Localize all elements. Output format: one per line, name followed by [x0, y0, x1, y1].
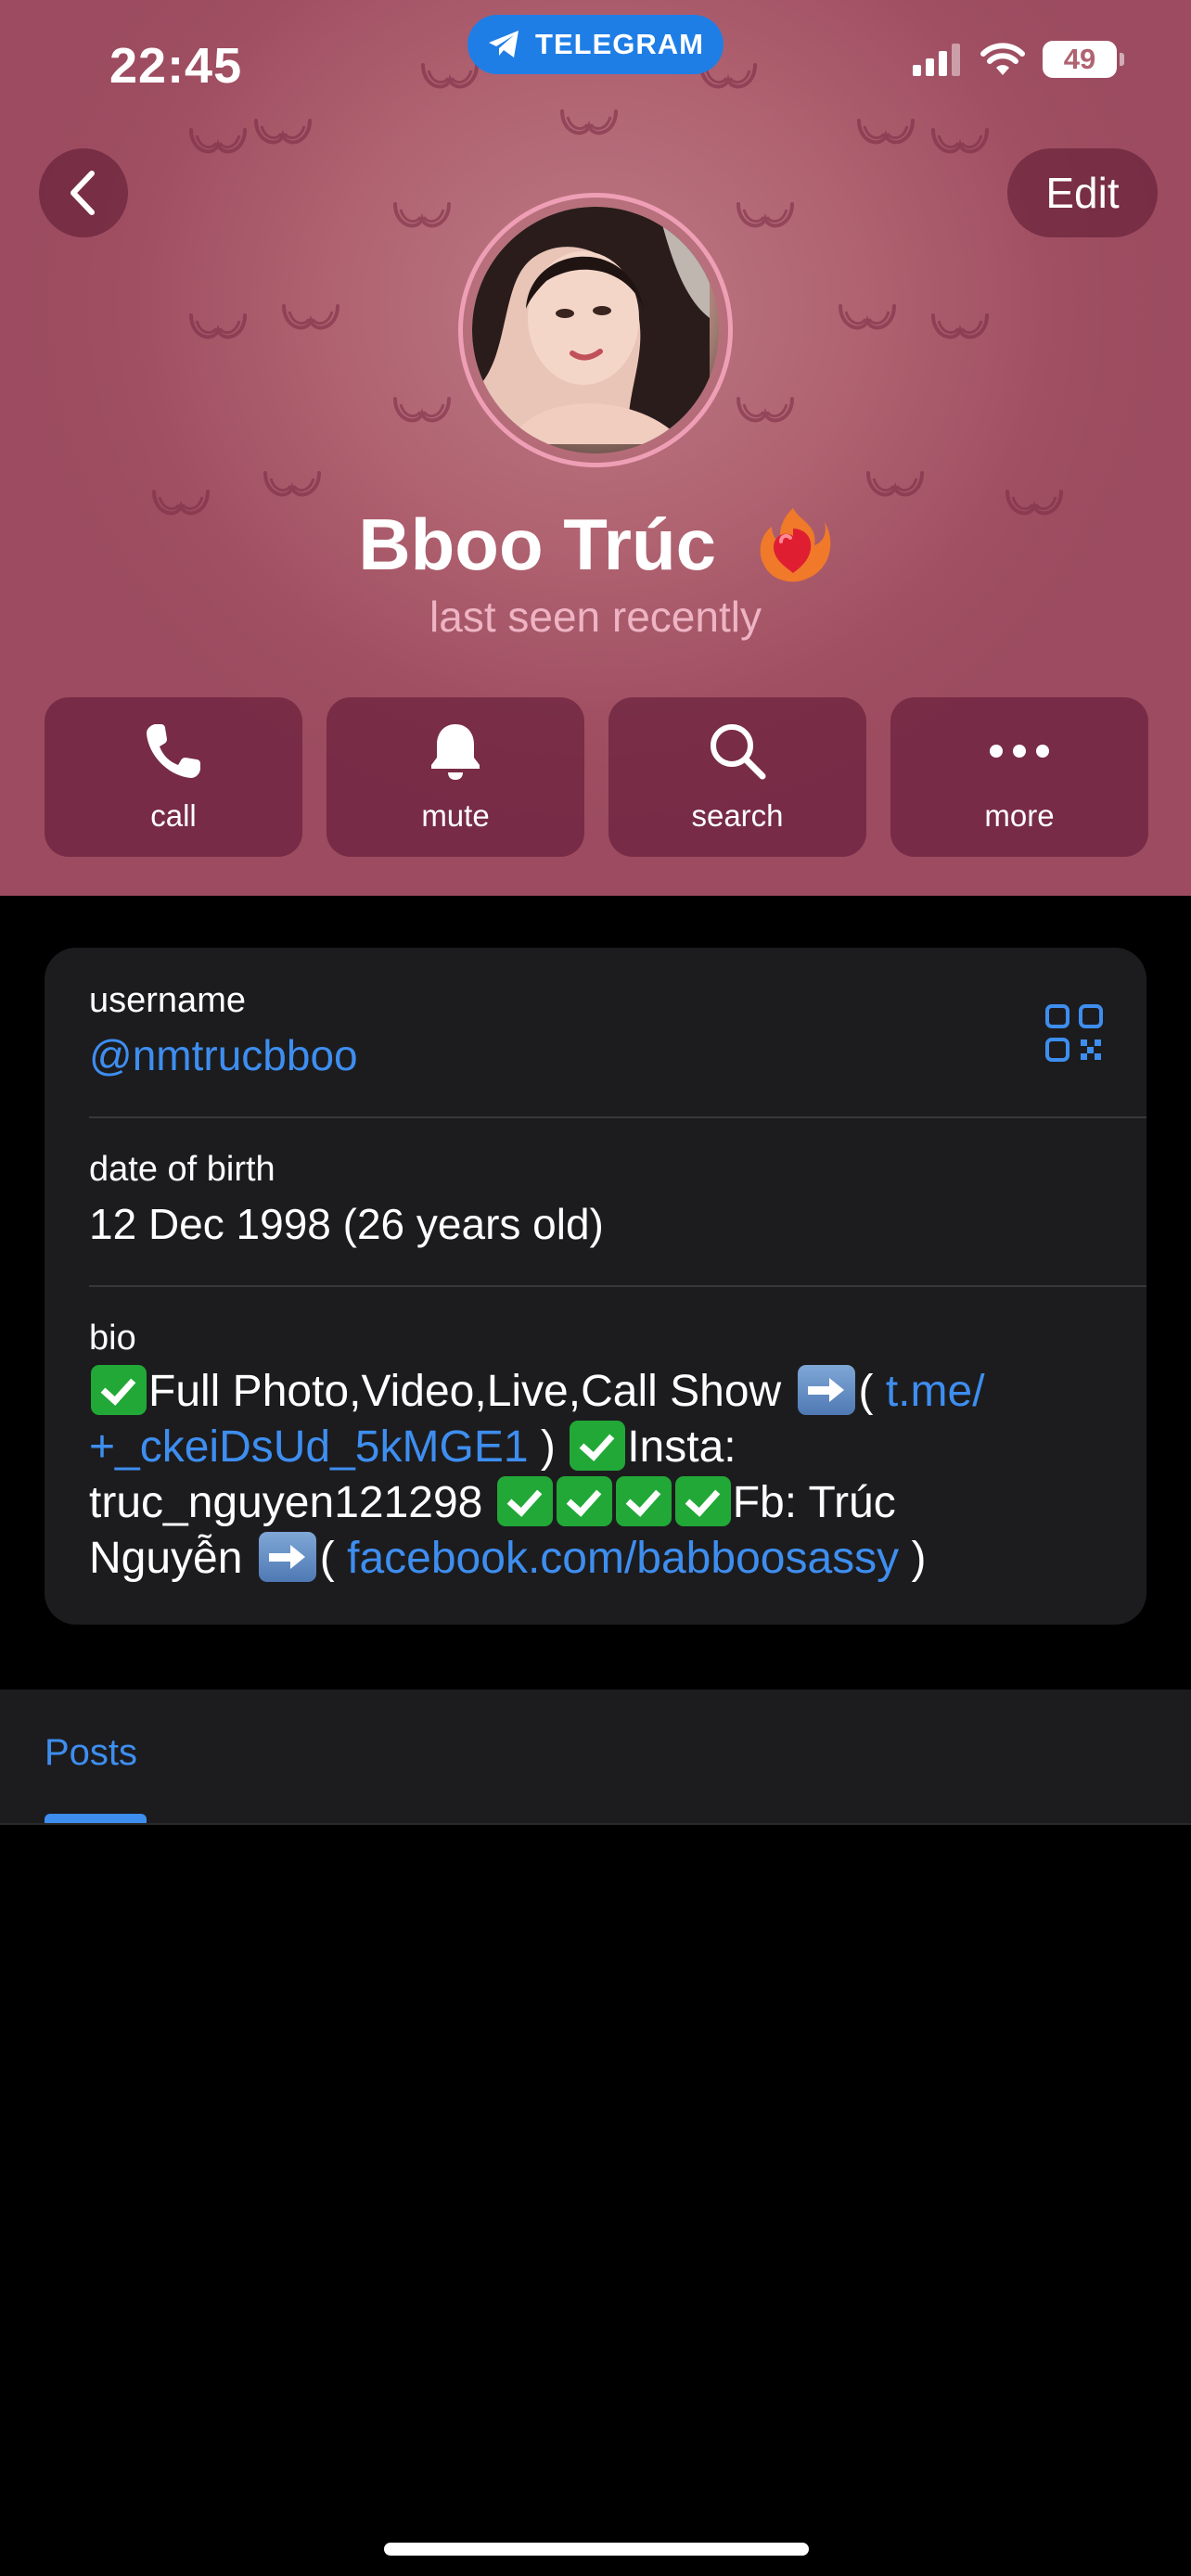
tab-posts[interactable]: Posts	[45, 1732, 137, 1774]
date-of-birth-row: date of birth 12 Dec 1998 (26 years old)	[89, 1150, 1102, 1249]
search-label: search	[691, 798, 784, 833]
last-seen-status: last seen recently	[429, 593, 762, 641]
qr-code-icon	[1045, 1004, 1103, 1062]
bio-segment: (	[858, 1367, 886, 1416]
username-label: username	[89, 981, 246, 1020]
pattern-lingerie-icon	[282, 304, 339, 330]
pattern-lingerie-icon	[857, 119, 915, 145]
right-arrow-emoji-icon	[797, 1365, 855, 1415]
bio-text: Full Photo,Video,Live,Call Show ( t.me/+…	[89, 1364, 1102, 1587]
avatar-ring[interactable]	[458, 193, 733, 467]
bio-segment: )	[899, 1534, 927, 1583]
wifi-icon	[980, 43, 1025, 75]
search-icon	[711, 724, 766, 780]
more-icon	[990, 745, 1049, 758]
date-of-birth-label: date of birth	[89, 1150, 275, 1189]
phone-icon	[147, 724, 200, 778]
right-arrow-emoji-icon	[258, 1532, 316, 1582]
tabs-divider	[0, 1823, 1191, 1825]
qr-code-button[interactable]	[1044, 1003, 1104, 1067]
profile-name-text: Bboo Trúc	[358, 503, 716, 585]
action-buttons: call mute search more	[45, 697, 1148, 857]
check-mark-emoji-icon	[674, 1476, 731, 1526]
edit-button[interactable]: Edit	[1007, 148, 1158, 237]
check-mark-emoji-icon	[496, 1476, 553, 1526]
more-label: more	[984, 798, 1055, 833]
mute-button[interactable]: mute	[327, 697, 584, 857]
check-mark-emoji-icon	[570, 1421, 626, 1471]
heart-on-fire-emoji-icon	[760, 508, 831, 582]
check-mark-emoji-icon	[91, 1365, 147, 1415]
check-mark-emoji-icon	[556, 1476, 612, 1526]
home-indicator[interactable]	[384, 2543, 809, 2556]
back-button[interactable]	[39, 148, 128, 237]
bio-row: bio Full Photo,Video,Live,Call Show ( t.…	[89, 1319, 1102, 1587]
username-row[interactable]: username @nmtrucbboo	[89, 981, 1102, 1080]
avatar-photo	[472, 207, 710, 444]
divider	[89, 1116, 1146, 1118]
pattern-lingerie-icon	[560, 109, 618, 135]
profile-name: Bboo Trúc	[0, 497, 1191, 587]
pattern-lingerie-icon	[189, 128, 247, 154]
bio-segment: )	[528, 1422, 556, 1472]
bio-label: bio	[89, 1319, 136, 1358]
divider	[89, 1285, 1146, 1287]
app-pill-label: TELEGRAM	[535, 28, 704, 60]
pattern-lingerie-icon	[736, 397, 794, 423]
telegram-icon	[489, 31, 519, 57]
pattern-lingerie-icon	[839, 304, 896, 330]
status-indicators: 49	[913, 41, 1124, 78]
date-of-birth-value: 12 Dec 1998 (26 years old)	[89, 1200, 604, 1248]
call-button[interactable]: call	[45, 697, 302, 857]
profile-header: 22:45 TELEGRAM 49 Edit Bboo Trúc last se…	[0, 0, 1191, 896]
mute-label: mute	[421, 798, 490, 833]
profile-tabs-bar: Posts	[0, 1690, 1191, 1825]
pattern-lingerie-icon	[931, 313, 989, 339]
pattern-lingerie-icon	[189, 313, 247, 339]
pattern-lingerie-icon	[931, 128, 989, 154]
profile-info-card: username @nmtrucbboo date of birth 12 De…	[45, 948, 1146, 1625]
pattern-lingerie-icon	[421, 63, 479, 89]
search-button[interactable]: search	[608, 697, 866, 857]
bell-icon	[431, 724, 480, 780]
pattern-lingerie-icon	[393, 397, 451, 423]
call-label: call	[150, 798, 197, 833]
cellular-signal-icon	[913, 44, 960, 76]
pattern-lingerie-icon	[254, 119, 312, 145]
username-value[interactable]: @nmtrucbboo	[89, 1030, 1102, 1080]
pattern-lingerie-icon	[393, 202, 451, 228]
chevron-left-icon	[70, 171, 95, 215]
status-time: 22:45	[109, 38, 243, 94]
telegram-app-pill[interactable]: TELEGRAM	[467, 15, 724, 74]
check-mark-emoji-icon	[615, 1476, 672, 1526]
more-button[interactable]: more	[890, 697, 1148, 857]
avatar[interactable]	[472, 207, 719, 453]
bio-facebook-link[interactable]: facebook.com/babboosassy	[347, 1534, 899, 1583]
bio-segment: Full Photo,Video,Live,Call Show	[148, 1367, 782, 1416]
pattern-lingerie-icon	[736, 202, 794, 228]
bio-segment: (	[319, 1534, 348, 1583]
battery-indicator: 49	[1043, 41, 1124, 78]
